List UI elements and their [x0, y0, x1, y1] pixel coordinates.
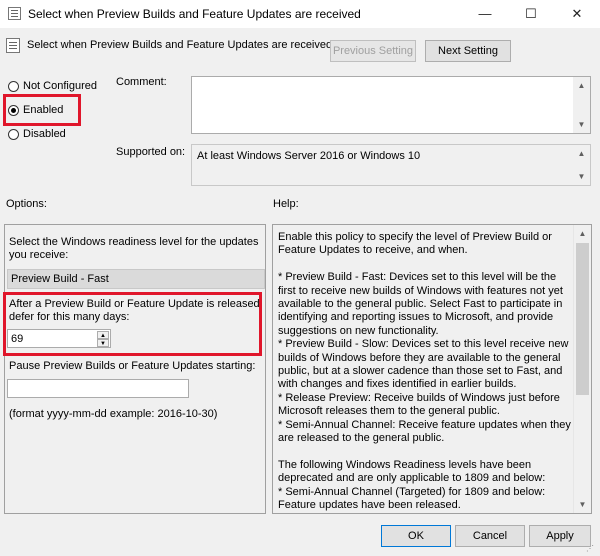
scroll-down-icon[interactable]: ▼: [573, 116, 590, 133]
pause-date-input[interactable]: [7, 379, 189, 398]
comment-label: Comment:: [116, 76, 167, 88]
supported-scrollbar[interactable]: ▲ ▼: [573, 145, 590, 185]
defer-highlight-box: [3, 292, 262, 356]
help-paragraph: [278, 258, 572, 271]
apply-button[interactable]: Apply: [529, 525, 591, 547]
help-paragraph: * Semi-Annual Channel for 1809 and below…: [278, 513, 572, 514]
radio-not-configured-circle[interactable]: [8, 80, 19, 92]
comment-textarea[interactable]: ▲ ▼: [191, 76, 591, 134]
help-paragraph: The following Windows Readiness levels h…: [278, 458, 546, 485]
date-format-hint: (format yyyy-mm-dd example: 2016-10-30): [9, 408, 218, 420]
help-paragraph: * Preview Build - Fast: Devices set to t…: [278, 271, 563, 337]
radio-not-configured-label: Not Configured: [23, 80, 97, 92]
minimize-button[interactable]: —: [462, 0, 508, 28]
scroll-up-icon[interactable]: ▲: [573, 145, 590, 162]
supported-on-label: Supported on:: [116, 146, 186, 158]
policy-header-title: Select when Preview Builds and Feature U…: [27, 39, 333, 51]
ok-button[interactable]: OK: [381, 525, 451, 547]
close-button[interactable]: ✕: [554, 0, 600, 28]
options-pane: Select the Windows readiness level for t…: [4, 224, 266, 514]
radio-disabled-circle[interactable]: [8, 128, 19, 140]
readiness-level-dropdown[interactable]: Preview Build - Fast: [7, 269, 265, 289]
maximize-button[interactable]: ☐: [508, 0, 554, 28]
help-paragraph: * Release Preview: Receive builds of Win…: [278, 391, 560, 418]
radio-not-configured[interactable]: Not Configured: [8, 80, 97, 92]
supported-on-value: At least Windows Server 2016 or Windows …: [197, 150, 421, 162]
help-pane: Enable this policy to specify the level …: [272, 224, 592, 514]
options-label: Options:: [6, 198, 47, 210]
help-scrollbar[interactable]: ▲ ▼: [573, 225, 591, 513]
resize-grip-icon[interactable]: ⋰: [586, 544, 596, 554]
cancel-button[interactable]: Cancel: [455, 525, 525, 547]
help-paragraph: [278, 446, 572, 459]
policy-settings-icon: [6, 38, 20, 53]
help-paragraph: Enable this policy to specify the level …: [278, 231, 552, 257]
radio-enabled-circle[interactable]: [8, 104, 19, 116]
help-label: Help:: [273, 198, 299, 210]
window-title: Select when Preview Builds and Feature U…: [28, 7, 361, 21]
help-scroll-thumb[interactable]: [576, 243, 589, 395]
pause-date-label: Pause Preview Builds or Feature Updates …: [9, 360, 256, 372]
help-paragraph: * Preview Build - Slow: Devices set to t…: [278, 338, 569, 391]
radio-enabled[interactable]: Enabled: [8, 104, 63, 116]
readiness-level-value: Preview Build - Fast: [11, 273, 109, 285]
help-text: Enable this policy to specify the level …: [278, 231, 572, 514]
previous-setting-button[interactable]: Previous Setting: [330, 40, 416, 62]
help-paragraph: * Semi-Annual Channel: Receive feature u…: [278, 418, 571, 445]
next-setting-button[interactable]: Next Setting: [425, 40, 511, 62]
supported-on-field: At least Windows Server 2016 or Windows …: [191, 144, 591, 186]
policy-app-icon: [8, 7, 21, 20]
title-bar: Select when Preview Builds and Feature U…: [0, 0, 600, 28]
scroll-down-icon[interactable]: ▼: [573, 168, 590, 185]
comment-scrollbar[interactable]: ▲ ▼: [573, 77, 590, 133]
readiness-level-label: Select the Windows readiness level for t…: [9, 236, 259, 261]
scroll-down-icon[interactable]: ▼: [574, 496, 591, 513]
radio-enabled-label: Enabled: [23, 104, 64, 116]
radio-disabled[interactable]: Disabled: [8, 128, 66, 140]
scroll-up-icon[interactable]: ▲: [573, 77, 590, 94]
radio-disabled-label: Disabled: [23, 128, 66, 140]
help-paragraph: * Semi-Annual Channel (Targeted) for 180…: [278, 485, 546, 512]
scroll-up-icon[interactable]: ▲: [574, 225, 591, 242]
